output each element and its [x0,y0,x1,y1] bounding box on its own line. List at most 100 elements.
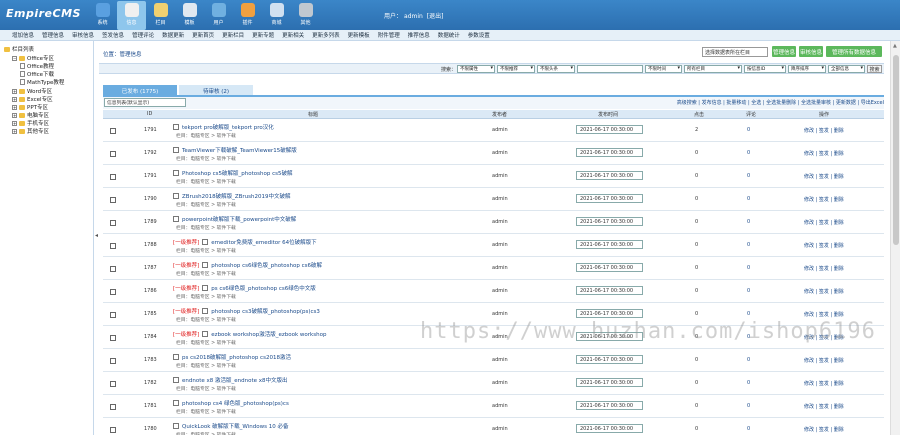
order-field-select[interactable]: 按信息ID [744,65,786,73]
row-time-input[interactable]: 2021-06-17 00:30:00 [576,240,643,249]
row-checkbox[interactable] [110,197,116,203]
subnav-item[interactable]: 参数设置 [468,31,490,39]
row-title-link[interactable]: Photoshop cs5破解版_photoshop cs5破解 [182,169,293,177]
row-comments-link[interactable]: 0 [747,311,750,317]
subnav-item[interactable]: 更新模板 [348,31,370,39]
expand-toggle-icon[interactable]: − [12,55,17,61]
subnav-item[interactable]: 管理评论 [132,31,154,39]
row-title-link[interactable]: photoshop cs4 绿色版_photoshop(ps)cs [182,399,289,407]
row-checkbox[interactable] [110,243,116,249]
row-time-input[interactable]: 2021-06-17 00:30:00 [576,217,643,226]
search-button[interactable]: 搜索 [867,65,882,73]
row-checkbox[interactable] [110,220,116,226]
row-comments-link[interactable]: 0 [747,219,750,225]
row-comments-link[interactable]: 0 [747,426,750,432]
scrollbar[interactable]: ▲ [890,41,900,435]
row-comments-link[interactable]: 0 [747,357,750,363]
row-operations[interactable]: 修改 | 签发 | 删除 [804,403,844,410]
row-checkbox[interactable] [110,312,116,318]
tree-item[interactable]: − Office专区 [12,54,54,62]
row-operations[interactable]: 修改 | 签发 | 删除 [804,242,844,249]
row-checkbox[interactable] [110,358,116,364]
top-nav-item[interactable]: 商城 [262,1,291,30]
subnav-item[interactable]: 更新首页 [192,31,214,39]
row-time-input[interactable]: 2021-06-17 00:30:00 [576,378,643,387]
subnav-item[interactable]: 更新专题 [252,31,274,39]
tree-item[interactable]: MathType教程 [20,78,64,86]
tree-item[interactable]: + 其他专区 [12,127,49,135]
keyword-input[interactable] [577,65,643,73]
row-operations[interactable]: 修改 | 签发 | 删除 [804,196,844,203]
row-checkbox[interactable] [110,128,116,134]
row-operations[interactable]: 修改 | 签发 | 删除 [804,173,844,180]
top-nav-item[interactable]: 插件 [233,1,262,30]
subnav-item[interactable]: 更新栏目 [222,31,244,39]
row-operations[interactable]: 修改 | 签发 | 删除 [804,426,844,433]
row-time-input[interactable]: 2021-06-17 00:30:00 [576,355,643,364]
row-operations[interactable]: 修改 | 签发 | 删除 [804,288,844,295]
row-operations[interactable]: 修改 | 签发 | 删除 [804,334,844,341]
headline-select[interactable]: 不限头条 [537,65,575,73]
row-time-input[interactable]: 2021-06-17 00:30:00 [576,148,643,157]
subnav-item[interactable]: 签发信息 [102,31,124,39]
row-comments-link[interactable]: 0 [747,288,750,294]
row-comments-link[interactable]: 0 [747,380,750,386]
scrollbar-thumb[interactable] [893,55,899,245]
row-comments-link[interactable]: 0 [747,403,750,409]
subnav-item[interactable]: 审核信息 [72,31,94,39]
row-title-link[interactable]: QuickLook 破解版下载_Windows 10 必备 [182,422,288,430]
top-nav-item[interactable]: 栏目 [146,1,175,30]
row-title-link[interactable]: TeamViewer下载破解_TeamViewer15破解版 [182,146,297,154]
subnav-item[interactable]: 更新相关 [282,31,304,39]
expand-toggle-icon[interactable]: + [12,104,17,110]
row-time-input[interactable]: 2021-06-17 00:30:00 [576,125,643,134]
row-title-link[interactable]: ps cs6绿色版_photoshop cs6绿色中文版 [211,284,315,292]
tree-item[interactable]: + 手机专区 [12,119,49,127]
row-checkbox[interactable] [110,404,116,410]
row-time-input[interactable]: 2021-06-17 00:30:00 [576,194,643,203]
row-time-input[interactable]: 2021-06-17 00:30:00 [576,309,643,318]
row-operations[interactable]: 修改 | 签发 | 删除 [804,219,844,226]
row-time-input[interactable]: 2021-06-17 00:30:00 [576,263,643,272]
row-comments-link[interactable]: 0 [747,196,750,202]
tree-item[interactable]: + Excel专区 [12,95,53,103]
row-checkbox[interactable] [110,289,116,295]
info-scope-select[interactable]: 全部信息 [828,65,865,73]
row-time-input[interactable]: 2021-06-17 00:30:00 [576,332,643,341]
expand-toggle-icon[interactable]: + [12,112,17,118]
row-comments-link[interactable]: 0 [747,265,750,271]
tree-item[interactable]: + Word专区 [12,87,52,95]
row-checkbox[interactable] [110,151,116,157]
bulk-actions[interactable]: 高级搜索 | 发布信息 | 批量移动 | 全选 | 全选批量删除 | 全选批量审… [677,99,884,106]
order-direction-select[interactable]: 降序排序 [788,65,826,73]
subnav-item[interactable]: 数据统计 [438,31,460,39]
top-nav-item[interactable]: 信息 [117,1,146,30]
class-select[interactable]: 选择数据表所在栏目 [702,47,768,57]
row-checkbox[interactable] [110,266,116,272]
subnav-item[interactable]: 增加信息 [12,31,34,39]
row-comments-link[interactable]: 0 [747,334,750,340]
row-title-link[interactable]: ZBrush2018破解版_ZBrush2019中文破解 [182,192,291,200]
logout-link[interactable]: [退出] [427,13,444,20]
row-title-link[interactable]: ezbook workshop激活版_ezbook workshop [211,330,326,338]
row-title-link[interactable]: endnote x8 激活版_endnote x8中文版出 [182,376,288,384]
tree-item[interactable]: + 电脑专区 [12,111,49,119]
row-title-link[interactable]: photoshop cs3破解版_photoshop(ps)cs3 [211,307,320,315]
subnav-item[interactable]: 管理信息 [42,31,64,39]
tree-item[interactable]: + PPT专区 [12,103,48,111]
top-nav-item[interactable]: 用户 [204,1,233,30]
manage-info-button[interactable]: 管理信息 [772,46,796,57]
tree-item[interactable]: Office教程 [20,62,54,70]
scroll-up-icon[interactable]: ▲ [893,43,897,49]
row-time-input[interactable]: 2021-06-17 00:30:00 [576,171,643,180]
recommend-select[interactable]: 不限推荐 [497,65,535,73]
row-operations[interactable]: 修改 | 签发 | 删除 [804,311,844,318]
top-nav-item[interactable]: 其他 [291,1,320,30]
top-nav-item[interactable]: 模板 [175,1,204,30]
row-checkbox[interactable] [110,174,116,180]
tree-item[interactable]: Office下载 [20,70,54,78]
row-operations[interactable]: 修改 | 签发 | 删除 [804,357,844,364]
subnav-item[interactable]: 更新多列表 [312,31,340,39]
row-checkbox[interactable] [110,427,116,433]
row-title-link[interactable]: powerpoint破解版下载_powerpoint中文破解 [182,215,296,223]
